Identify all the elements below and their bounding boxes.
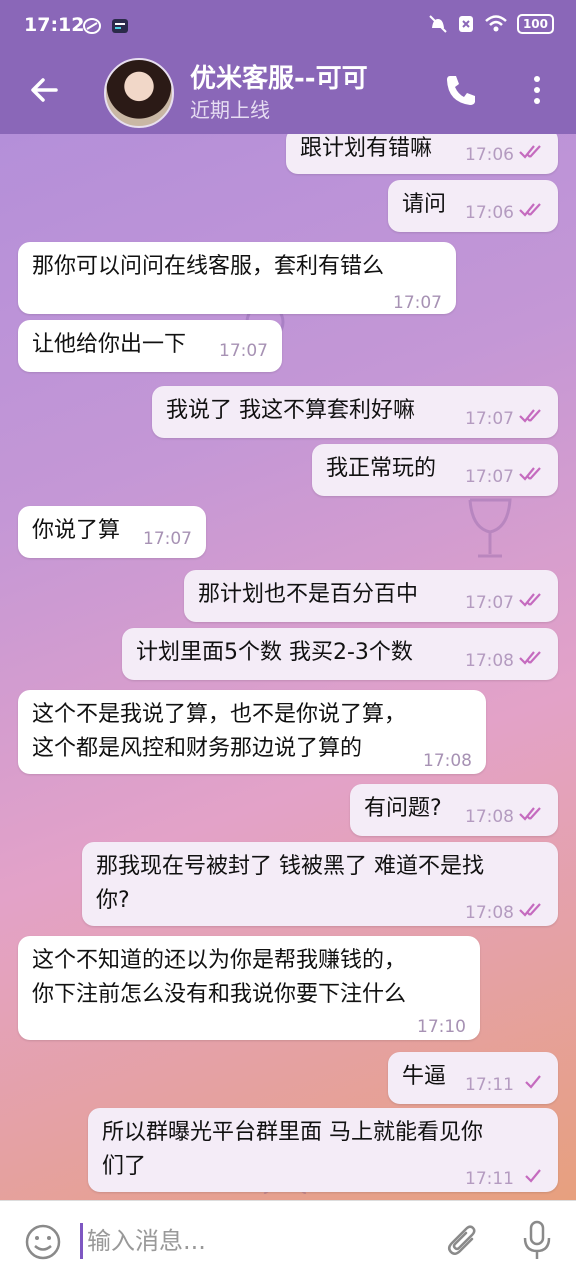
message-text: 有问题? xyxy=(364,796,442,821)
message-time: 17:06 xyxy=(465,203,514,223)
outgoing-message[interactable]: 我正常玩的 17:07 xyxy=(312,444,558,496)
more-options-icon[interactable] xyxy=(520,72,554,108)
message-text: 跟计划有错嘛 xyxy=(300,136,433,161)
chat-header: 优米客服--可可 近期上线 xyxy=(0,52,576,134)
message-text: 你说了算 xyxy=(32,518,121,543)
glass-doodle-icon xyxy=(468,498,512,558)
message-time: 17:07 xyxy=(393,293,442,313)
message-time: 17:07 xyxy=(465,467,514,487)
message-input[interactable]: 输入消息... xyxy=(80,1223,206,1259)
outgoing-message[interactable]: 那计划也不是百分百中 17:07 xyxy=(184,570,558,622)
incoming-message[interactable]: 这个不知道的还以为你是帮我赚钱的， 你下注前怎么没有和我说你要下注什么 17:1… xyxy=(18,936,480,1040)
outgoing-message[interactable]: 有问题? 17:08 xyxy=(350,784,558,836)
message-time: 17:08 xyxy=(423,751,472,771)
message-text: 计划里面5个数 我买2-3个数 xyxy=(136,640,413,665)
outgoing-message[interactable]: 请问 17:06 xyxy=(388,180,558,232)
message-time: 17:08 xyxy=(465,903,514,923)
message-text-line: 你下注前怎么没有和我说你要下注什么 xyxy=(32,982,407,1007)
sent-checkmark-icon xyxy=(525,1169,541,1183)
message-text-line: 这个都是风控和财务那边说了算的 xyxy=(32,736,363,761)
message-time: 17:06 xyxy=(465,145,514,165)
back-arrow-icon[interactable] xyxy=(26,72,62,108)
wifi-icon xyxy=(485,15,507,32)
message-time: 17:10 xyxy=(417,1017,466,1037)
message-time: 17:07 xyxy=(465,409,514,429)
contact-avatar[interactable] xyxy=(104,58,174,128)
message-time: 17:11 xyxy=(465,1075,514,1095)
no-sim-icon xyxy=(458,16,473,32)
contact-name[interactable]: 优米客服--可可 xyxy=(190,58,368,95)
contact-status: 近期上线 xyxy=(190,98,270,122)
message-text: 牛逼 xyxy=(402,1064,447,1089)
outgoing-message[interactable]: 所以群曝光平台群里面 马上就能看见你 们了 17:11 xyxy=(88,1108,558,1192)
message-text-line: 这个不是我说了算，也不是你说了算， xyxy=(32,702,407,727)
app-notification-icon xyxy=(83,18,101,34)
incoming-message[interactable]: 那你可以问问在线客服，套利有错么 17:07 xyxy=(18,242,456,314)
read-checkmarks-icon xyxy=(519,903,541,917)
read-checkmarks-icon xyxy=(519,409,541,423)
message-composer: 输入消息... xyxy=(0,1200,576,1281)
message-list[interactable]: 跟计划有错嘛 17:06 请问 17:06 那你可以问问在线客服，套利有错么 1… xyxy=(0,134,576,1200)
message-text-line: 那我现在号被封了 钱被黑了 难道不是找 xyxy=(96,854,484,879)
read-checkmarks-icon xyxy=(519,807,541,821)
emoji-icon[interactable] xyxy=(24,1223,62,1261)
read-checkmarks-icon xyxy=(519,593,541,607)
message-text: 那你可以问问在线客服，套利有错么 xyxy=(32,254,385,279)
battery-indicator: 100 xyxy=(516,14,554,34)
read-checkmarks-icon xyxy=(519,651,541,665)
attach-paperclip-icon[interactable] xyxy=(446,1223,480,1261)
message-time: 17:07 xyxy=(219,341,268,361)
message-text-line: 这个不知道的还以为你是帮我赚钱的， xyxy=(32,948,407,973)
incoming-message[interactable]: 让他给你出一下 17:07 xyxy=(18,320,282,372)
incoming-message[interactable]: 这个不是我说了算，也不是你说了算， 这个都是风控和财务那边说了算的 17:08 xyxy=(18,690,486,774)
outgoing-message[interactable]: 那我现在号被封了 钱被黑了 难道不是找 你? 17:08 xyxy=(82,842,558,926)
message-time: 17:08 xyxy=(465,807,514,827)
message-text-line: 所以群曝光平台群里面 马上就能看见你 xyxy=(102,1120,483,1145)
status-bar: 17:12 100 xyxy=(0,0,576,52)
message-text: 那计划也不是百分百中 xyxy=(198,582,419,607)
read-checkmarks-icon xyxy=(519,467,541,481)
outgoing-message[interactable]: 牛逼 17:11 xyxy=(388,1052,558,1104)
message-text: 我说了 我这不算套利好嘛 xyxy=(166,398,415,423)
message-time: 17:07 xyxy=(465,593,514,613)
microphone-icon[interactable] xyxy=(520,1219,554,1261)
outgoing-message[interactable]: 我说了 我这不算套利好嘛 17:07 xyxy=(152,386,558,438)
status-right-icons: 100 xyxy=(429,14,554,34)
message-time: 17:11 xyxy=(465,1169,514,1189)
outgoing-message[interactable]: 跟计划有错嘛 17:06 xyxy=(286,134,558,174)
status-left-icons xyxy=(82,16,130,36)
sent-checkmark-icon xyxy=(525,1075,541,1089)
message-time: 17:08 xyxy=(465,651,514,671)
status-time: 17:12 xyxy=(24,14,85,36)
read-checkmarks-icon xyxy=(519,145,541,159)
silent-icon xyxy=(429,15,447,33)
incoming-message[interactable]: 你说了算 17:07 xyxy=(18,506,206,558)
phone-icon[interactable] xyxy=(444,72,478,108)
message-text: 我正常玩的 xyxy=(326,456,437,481)
message-time: 17:07 xyxy=(143,529,192,549)
message-text: 让他给你出一下 xyxy=(32,332,187,357)
read-checkmarks-icon xyxy=(519,203,541,217)
app-badge-icon xyxy=(112,19,128,33)
message-text: 请问 xyxy=(402,192,447,217)
outgoing-message[interactable]: 计划里面5个数 我买2-3个数 17:08 xyxy=(122,628,558,680)
